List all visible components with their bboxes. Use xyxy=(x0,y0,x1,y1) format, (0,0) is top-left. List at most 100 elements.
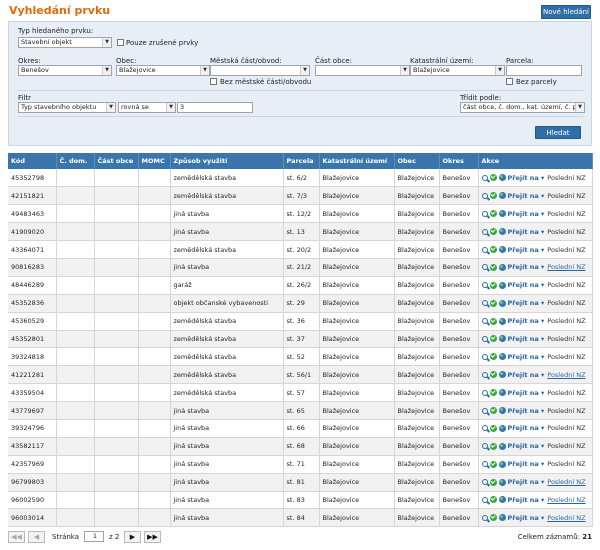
check-icon[interactable] xyxy=(489,496,497,504)
check-icon[interactable] xyxy=(489,335,497,343)
globe-icon[interactable] xyxy=(498,192,506,200)
col-parcela[interactable]: Parcela xyxy=(283,153,320,169)
goto-dropdown[interactable]: Přejít na ▾ xyxy=(508,407,545,415)
globe-icon[interactable] xyxy=(498,299,506,307)
filtr-field-select[interactable]: Typ stavebního objektu ▼ xyxy=(18,102,116,113)
search-icon[interactable] xyxy=(481,264,488,271)
check-icon[interactable] xyxy=(489,263,497,271)
search-icon[interactable] xyxy=(481,407,488,414)
globe-icon[interactable] xyxy=(498,228,506,236)
okres-select[interactable]: Benešov ▼ xyxy=(18,65,112,76)
check-icon[interactable] xyxy=(489,246,497,253)
last-nz-link[interactable]: Poslední NZ xyxy=(547,263,585,271)
mestska-select[interactable]: ▼ xyxy=(210,65,310,76)
search-icon[interactable] xyxy=(481,496,488,503)
globe-icon[interactable] xyxy=(498,407,506,415)
check-icon[interactable] xyxy=(489,317,497,325)
first-page-icon[interactable]: ◀◀ xyxy=(8,531,25,543)
col-kod[interactable]: Kód xyxy=(8,153,57,169)
globe-icon[interactable] xyxy=(498,263,506,271)
globe-icon[interactable] xyxy=(498,210,506,218)
globe-icon[interactable] xyxy=(498,335,506,343)
globe-icon[interactable] xyxy=(498,281,506,289)
bez-parcely-checkbox[interactable] xyxy=(506,78,513,85)
search-icon[interactable] xyxy=(481,174,488,181)
search-icon[interactable] xyxy=(481,443,488,450)
col-momc[interactable]: MOMC xyxy=(138,153,171,169)
search-icon[interactable] xyxy=(481,246,488,253)
type-select[interactable]: Stavební objekt ▼ xyxy=(18,37,112,48)
last-nz-link[interactable]: Poslední NZ xyxy=(547,496,585,504)
globe-icon[interactable] xyxy=(498,353,506,361)
last-nz-link[interactable]: Poslední NZ xyxy=(547,478,585,486)
search-icon[interactable] xyxy=(481,461,488,468)
globe-icon[interactable] xyxy=(498,246,506,253)
filtr-value-input[interactable]: 3 xyxy=(177,102,253,113)
search-icon[interactable] xyxy=(481,192,488,199)
goto-dropdown[interactable]: Přejít na ▾ xyxy=(508,514,545,522)
goto-dropdown[interactable]: Přejít na ▾ xyxy=(508,460,545,468)
check-icon[interactable] xyxy=(489,228,497,236)
globe-icon[interactable] xyxy=(498,389,506,397)
goto-dropdown[interactable]: Přejít na ▾ xyxy=(508,174,545,182)
check-icon[interactable] xyxy=(489,407,497,415)
globe-icon[interactable] xyxy=(498,460,506,468)
col-dom[interactable]: Č. dom. xyxy=(56,153,95,169)
check-icon[interactable] xyxy=(489,299,497,307)
search-icon[interactable] xyxy=(481,514,488,521)
globe-icon[interactable] xyxy=(498,317,506,325)
search-icon[interactable] xyxy=(481,318,488,325)
goto-dropdown[interactable]: Přejít na ▾ xyxy=(508,371,545,379)
check-icon[interactable] xyxy=(489,353,497,361)
col-okres[interactable]: Okres xyxy=(439,153,479,169)
last-nz-link[interactable]: Poslední NZ xyxy=(547,514,585,522)
prev-page-icon[interactable]: ◀ xyxy=(28,531,45,543)
only-cancelled-checkbox[interactable] xyxy=(117,39,124,46)
next-page-icon[interactable]: ▶ xyxy=(124,531,141,543)
goto-dropdown[interactable]: Přejít na ▾ xyxy=(508,317,545,325)
last-page-icon[interactable]: ▶▶ xyxy=(144,531,161,543)
goto-dropdown[interactable]: Přejít na ▾ xyxy=(508,335,545,343)
goto-dropdown[interactable]: Přejít na ▾ xyxy=(508,299,545,307)
obec-select[interactable]: Blažejovice ▼ xyxy=(116,65,210,76)
bez-mestske-checkbox[interactable] xyxy=(210,78,217,85)
goto-dropdown[interactable]: Přejít na ▾ xyxy=(508,442,545,450)
goto-dropdown[interactable]: Přejít na ▾ xyxy=(508,353,545,361)
search-icon[interactable] xyxy=(481,228,488,235)
search-button[interactable]: Hledat xyxy=(535,126,581,139)
globe-icon[interactable] xyxy=(498,371,506,379)
new-search-button[interactable]: Nové hledání xyxy=(541,5,591,19)
filtr-operator-select[interactable]: rovná se ▼ xyxy=(118,102,176,113)
check-icon[interactable] xyxy=(489,281,497,289)
search-icon[interactable] xyxy=(481,300,488,307)
search-icon[interactable] xyxy=(481,282,488,289)
parcela-input[interactable] xyxy=(506,65,582,76)
globe-icon[interactable] xyxy=(498,514,506,522)
goto-dropdown[interactable]: Přejít na ▾ xyxy=(508,210,545,218)
goto-dropdown[interactable]: Přejít na ▾ xyxy=(508,246,545,254)
col-cast[interactable]: Část obce xyxy=(94,153,139,169)
check-icon[interactable] xyxy=(489,389,497,397)
col-ku[interactable]: Katastrální území xyxy=(319,153,395,169)
globe-icon[interactable] xyxy=(498,496,506,504)
search-icon[interactable] xyxy=(481,479,488,486)
check-icon[interactable] xyxy=(489,192,497,200)
goto-dropdown[interactable]: Přejít na ▾ xyxy=(508,496,545,504)
col-vyuziti[interactable]: Způsob využití xyxy=(170,153,284,169)
search-icon[interactable] xyxy=(481,353,488,360)
kat-select[interactable]: Blažejovice ▼ xyxy=(410,65,505,76)
check-icon[interactable] xyxy=(489,424,497,432)
goto-dropdown[interactable]: Přejít na ▾ xyxy=(508,389,545,397)
search-icon[interactable] xyxy=(481,389,488,396)
check-icon[interactable] xyxy=(489,478,497,486)
sort-select[interactable]: část obce, č. dom., kat. území, č. pa...… xyxy=(460,102,585,113)
check-icon[interactable] xyxy=(489,210,497,218)
cast-obce-select[interactable]: ▼ xyxy=(315,65,410,76)
goto-dropdown[interactable]: Přejít na ▾ xyxy=(508,478,545,486)
globe-icon[interactable] xyxy=(498,478,506,486)
globe-icon[interactable] xyxy=(498,174,506,182)
search-icon[interactable] xyxy=(481,425,488,432)
check-icon[interactable] xyxy=(489,174,497,182)
check-icon[interactable] xyxy=(489,514,497,522)
goto-dropdown[interactable]: Přejít na ▾ xyxy=(508,192,545,200)
